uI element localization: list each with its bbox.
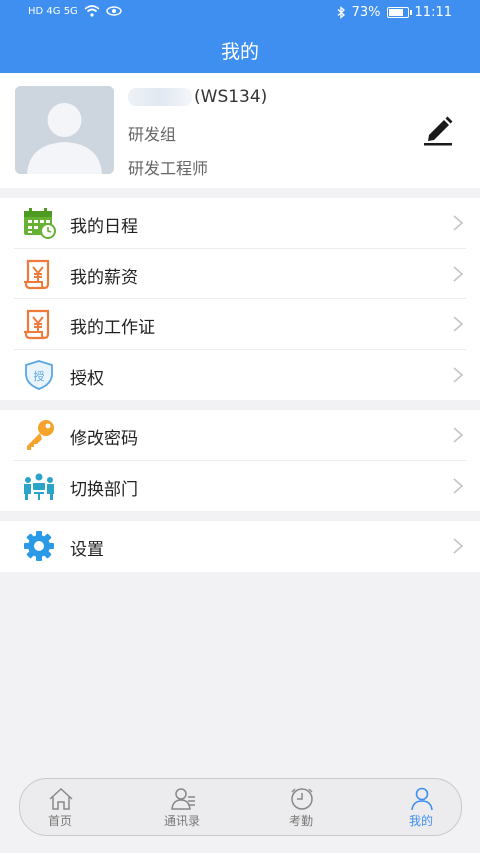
chevron-right-icon [453, 366, 464, 383]
menu-item-authorize[interactable]: 授 授权 [0, 350, 480, 401]
edit-profile-button[interactable] [420, 113, 456, 147]
home-icon [49, 787, 73, 810]
tab-contacts[interactable]: 通讯录 [127, 779, 237, 837]
edit-pen-icon [424, 116, 453, 146]
avatar[interactable] [15, 86, 114, 174]
gear-icon [24, 531, 54, 561]
employee-id: (WS134) [194, 87, 268, 107]
menu-item-change-password[interactable]: 修改密码 [0, 410, 480, 461]
tab-attendance[interactable]: 考勤 [246, 779, 356, 837]
tab-home[interactable]: 首页 [5, 779, 115, 837]
chevron-right-icon [453, 316, 464, 332]
profile-position: 研发工程师 [128, 159, 209, 178]
tab-label-contacts: 通讯录 [163, 814, 200, 828]
blurred-name [128, 88, 192, 106]
default-avatar-icon [15, 86, 114, 174]
menu-label-schedule: 我的日程 [70, 217, 138, 237]
battery-percent: 73% [351, 5, 381, 20]
nav-bar: 我的 [0, 28, 480, 73]
status-right: 73% 11:11 [337, 5, 452, 20]
battery-fill [388, 9, 404, 16]
menu-label-work-permit: 我的工作证 [70, 318, 155, 338]
clock-icon [291, 788, 313, 810]
menu-label-settings: 设置 [70, 540, 104, 560]
profile-name-line: (WS134) [128, 87, 267, 107]
eye-icon [106, 6, 122, 16]
contacts-icon [171, 788, 195, 810]
network-indicators: HD 4G 5G [28, 5, 78, 17]
tab-mine[interactable]: 我的 [366, 779, 476, 837]
bottom-tab-bar: 首页 通讯录 考勤 我的 [19, 778, 462, 836]
tab-label-attendance: 考勤 [288, 814, 313, 828]
battery-icon [386, 7, 412, 18]
menu-label-authorize: 授权 [70, 368, 104, 389]
menu-item-settings[interactable]: 设置 [0, 521, 480, 572]
authorize-shield-icon: 授 [25, 359, 53, 390]
tab-label-mine: 我的 [408, 814, 433, 828]
chevron-right-icon [453, 477, 464, 494]
key-icon [27, 420, 54, 450]
menu-label-switch-department: 切换部门 [70, 479, 138, 500]
work-permit-icon [24, 309, 50, 340]
clock-time: 11:11 [414, 5, 452, 20]
wifi-icon [84, 5, 100, 17]
menu-item-schedule[interactable]: 我的日程 [0, 198, 480, 249]
menu-group-settings: 设置 [0, 521, 480, 572]
menu-group-account: 修改密码 切换部门 [0, 410, 480, 511]
menu-item-salary[interactable]: 我的薪资 [0, 249, 480, 299]
svg-text:授: 授 [34, 369, 45, 383]
salary-scroll-icon [24, 259, 50, 289]
team-switch-icon [24, 473, 54, 500]
chevron-right-icon [453, 215, 464, 231]
chevron-right-icon [453, 538, 464, 554]
menu-label-salary: 我的薪资 [70, 267, 138, 288]
menu-label-change-password: 修改密码 [70, 429, 138, 449]
menu-item-work-permit[interactable]: 我的工作证 [0, 299, 480, 350]
status-left: HD 4G 5G [28, 5, 122, 17]
chevron-right-icon [453, 427, 464, 443]
tab-label-home: 首页 [47, 814, 72, 828]
person-icon [411, 787, 433, 811]
menu-item-switch-department[interactable]: 切换部门 [0, 461, 480, 512]
profile-department: 研发组 [128, 125, 177, 144]
profile-card[interactable]: (WS134) 研发组 研发工程师 [0, 73, 480, 188]
status-bar: HD 4G 5G 73% 11:11 [0, 0, 480, 28]
chevron-right-icon [453, 265, 464, 282]
page-title: 我的 [220, 41, 259, 63]
calendar-icon [24, 208, 56, 239]
menu-group-personal: 我的日程 我的薪资 我的工作证 授 授权 [0, 198, 480, 400]
bluetooth-icon [337, 6, 345, 19]
